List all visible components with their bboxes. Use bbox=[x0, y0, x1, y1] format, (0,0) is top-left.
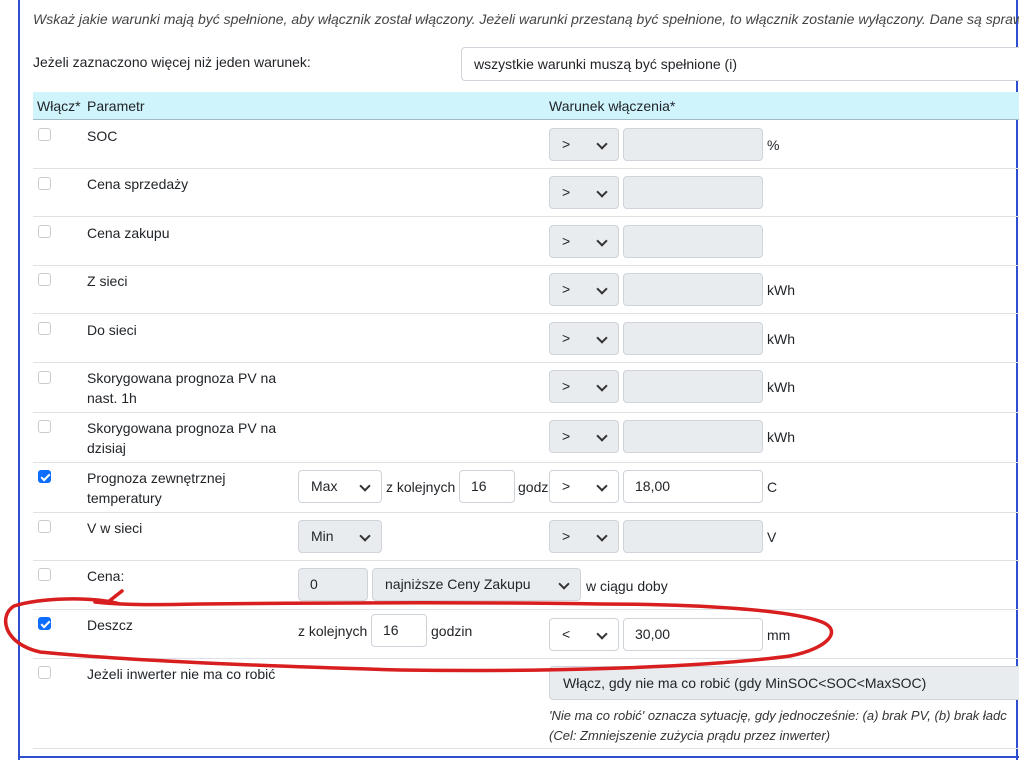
red-annotation-overlay bbox=[4, 589, 834, 673]
annotation-ellipse bbox=[4, 597, 834, 673]
annotation-arrow-tick bbox=[106, 589, 124, 604]
